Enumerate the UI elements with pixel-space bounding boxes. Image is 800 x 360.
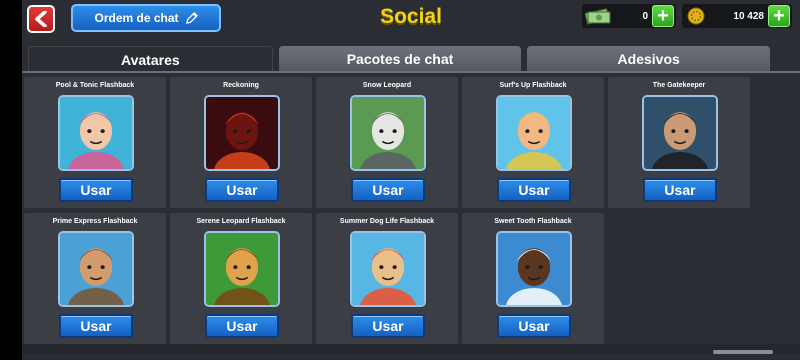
add-cash-button[interactable]: + [652, 5, 674, 27]
tab-label: Adesivos [617, 51, 680, 67]
avatar-image [60, 97, 132, 169]
avatar-name: Sweet Tooth Flashback [494, 218, 572, 225]
use-button[interactable]: Usar [205, 178, 279, 202]
avatar-portrait[interactable] [496, 231, 572, 307]
avatar-portrait[interactable] [58, 95, 134, 171]
avatar-card[interactable]: Serene Leopard Flashback Usar [170, 213, 312, 344]
avatar-name: Surf's Up Flashback [499, 82, 567, 89]
cash-counter: 0 + [582, 4, 676, 28]
avatar-image [498, 233, 570, 305]
cash-amount: 0 [642, 10, 648, 22]
avatar-image [206, 97, 278, 169]
avatar-portrait[interactable] [204, 95, 280, 171]
tab-label: Pacotes de chat [346, 51, 454, 67]
avatar-name: Summer Dog Life Flashback [339, 218, 435, 225]
use-button[interactable]: Usar [497, 314, 571, 338]
avatar-card[interactable]: Surf's Up Flashback Usar [462, 77, 604, 208]
avatar-card[interactable]: Prime Express Flashback Usar [24, 213, 166, 344]
avatar-grid: Pool & Tonic Flashback Usar Reckoning Usar S… [24, 77, 754, 344]
tab-pacotes-de-chat[interactable]: Pacotes de chat [278, 46, 522, 72]
use-button[interactable]: Usar [497, 178, 571, 202]
avatar-card[interactable]: The Gatekeeper Usar [608, 77, 750, 208]
avatar-portrait[interactable] [58, 231, 134, 307]
use-button[interactable]: Usar [351, 314, 425, 338]
avatar-name: Pool & Tonic Flashback [55, 82, 135, 89]
avatar-image [206, 233, 278, 305]
coins-amount: 10 428 [733, 10, 764, 22]
avatar-image [498, 97, 570, 169]
tab-adesivos[interactable]: Adesivos [527, 46, 771, 72]
tab-label: Avatares [121, 51, 180, 68]
add-coins-button[interactable]: + [768, 5, 790, 27]
avatar-card[interactable]: Snow Leopard Usar [316, 77, 458, 208]
avatar-image [352, 233, 424, 305]
avatar-name: Prime Express Flashback [52, 218, 138, 225]
scrollbar-thumb[interactable] [713, 350, 773, 354]
coins-counter: 10 428 + [682, 4, 792, 28]
avatar-card[interactable]: Reckoning Usar [170, 77, 312, 208]
avatar-name: The Gatekeeper [652, 82, 706, 89]
avatar-card[interactable]: Pool & Tonic Flashback Usar [24, 77, 166, 208]
avatar-name: Snow Leopard [362, 82, 412, 89]
avatar-portrait[interactable] [350, 95, 426, 171]
avatar-image [60, 233, 132, 305]
coins-icon [687, 7, 705, 25]
avatar-portrait[interactable] [204, 231, 280, 307]
use-button[interactable]: Usar [205, 314, 279, 338]
avatar-portrait[interactable] [496, 95, 572, 171]
avatar-image [352, 97, 424, 169]
use-button[interactable]: Usar [643, 178, 717, 202]
tab-avatares[interactable]: Avatares [28, 46, 273, 72]
left-edge-bar [0, 0, 22, 360]
cash-icon [584, 8, 611, 25]
avatar-image [644, 97, 716, 169]
bottom-bar [22, 344, 800, 354]
avatar-portrait[interactable] [642, 95, 718, 171]
tab-bar: Avatares Pacotes de chat Adesivos [28, 46, 771, 72]
avatar-name: Serene Leopard Flashback [196, 218, 286, 225]
use-button[interactable]: Usar [59, 178, 133, 202]
avatar-name: Reckoning [223, 82, 259, 89]
use-button[interactable]: Usar [351, 178, 425, 202]
top-bar: Ordem de chat Social 0 + 10 428 + [22, 0, 800, 40]
tab-divider [22, 71, 800, 73]
avatar-portrait[interactable] [350, 231, 426, 307]
avatar-card[interactable]: Summer Dog Life Flashback Usar [316, 213, 458, 344]
avatar-card[interactable]: Sweet Tooth Flashback Usar [462, 213, 604, 344]
use-button[interactable]: Usar [59, 314, 133, 338]
